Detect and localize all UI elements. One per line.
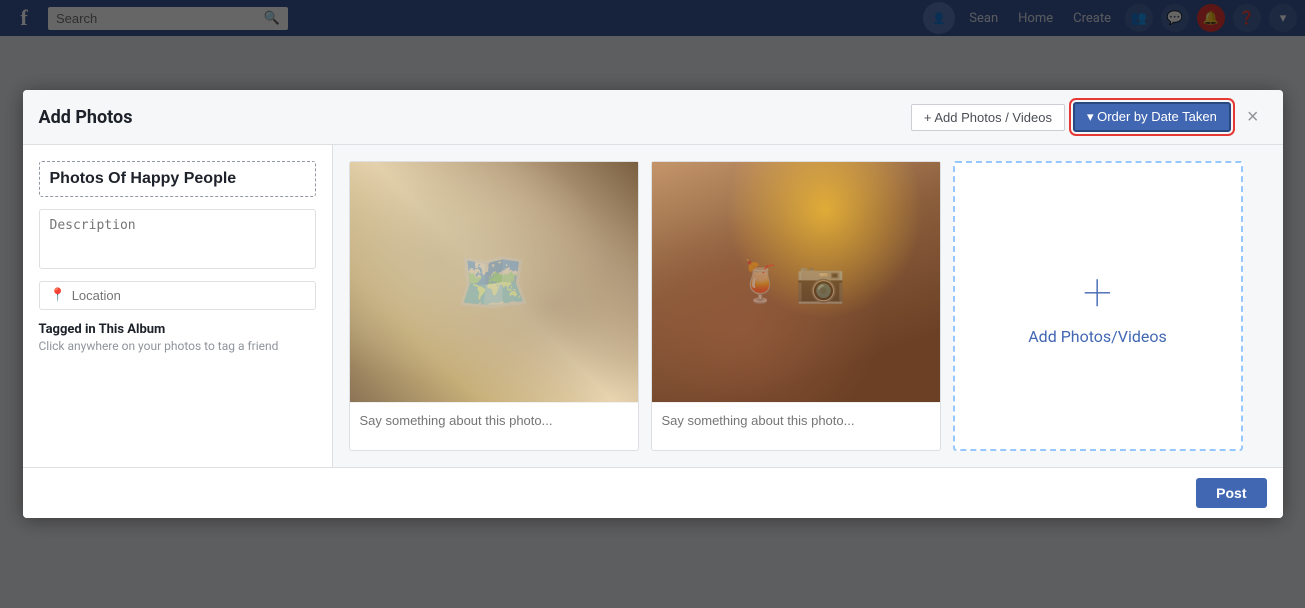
photo-image-1 — [350, 162, 638, 402]
photo-caption-2[interactable] — [652, 402, 940, 446]
add-photos-videos-button[interactable]: + Add Photos / Videos — [911, 104, 1065, 131]
location-input[interactable] — [72, 288, 305, 303]
tagged-section-title: Tagged in This Album — [39, 322, 316, 337]
modal-header: Add Photos + Add Photos / Videos ▾ Order… — [23, 90, 1283, 145]
modal-overlay: Add Photos + Add Photos / Videos ▾ Order… — [0, 0, 1305, 608]
album-title-input[interactable] — [39, 161, 316, 197]
location-pin-icon: 📍 — [50, 288, 66, 303]
left-panel: 📍 Tagged in This Album Click anywhere on… — [23, 145, 333, 467]
tagged-section-hint: Click anywhere on your photos to tag a f… — [39, 339, 316, 353]
add-photos-card[interactable]: + Add Photos/Videos — [953, 161, 1243, 451]
photo-caption-1[interactable] — [350, 402, 638, 446]
tagged-section: Tagged in This Album Click anywhere on y… — [39, 322, 316, 353]
add-photos-card-label: Add Photos/Videos — [1028, 327, 1167, 346]
modal-title: Add Photos — [39, 107, 133, 128]
description-input[interactable] — [39, 209, 316, 269]
location-field[interactable]: 📍 — [39, 281, 316, 310]
photo-caption-input-1[interactable] — [360, 413, 628, 428]
photo-card — [349, 161, 639, 451]
add-photos-plus-icon: + — [1083, 267, 1112, 319]
photo-grid: + Add Photos/Videos — [349, 161, 1267, 451]
photo-card — [651, 161, 941, 451]
order-by-date-button[interactable]: ▾ Order by Date Taken — [1073, 102, 1231, 132]
photo-image-2 — [652, 162, 940, 402]
add-photos-modal: Add Photos + Add Photos / Videos ▾ Order… — [23, 90, 1283, 518]
modal-footer: Post — [23, 467, 1283, 518]
right-panel: + Add Photos/Videos — [333, 145, 1283, 467]
modal-header-actions: + Add Photos / Videos ▾ Order by Date Ta… — [911, 102, 1267, 132]
modal-body: 📍 Tagged in This Album Click anywhere on… — [23, 145, 1283, 467]
post-button[interactable]: Post — [1196, 478, 1266, 508]
photo-caption-input-2[interactable] — [662, 413, 930, 428]
modal-close-button[interactable]: × — [1239, 103, 1267, 131]
